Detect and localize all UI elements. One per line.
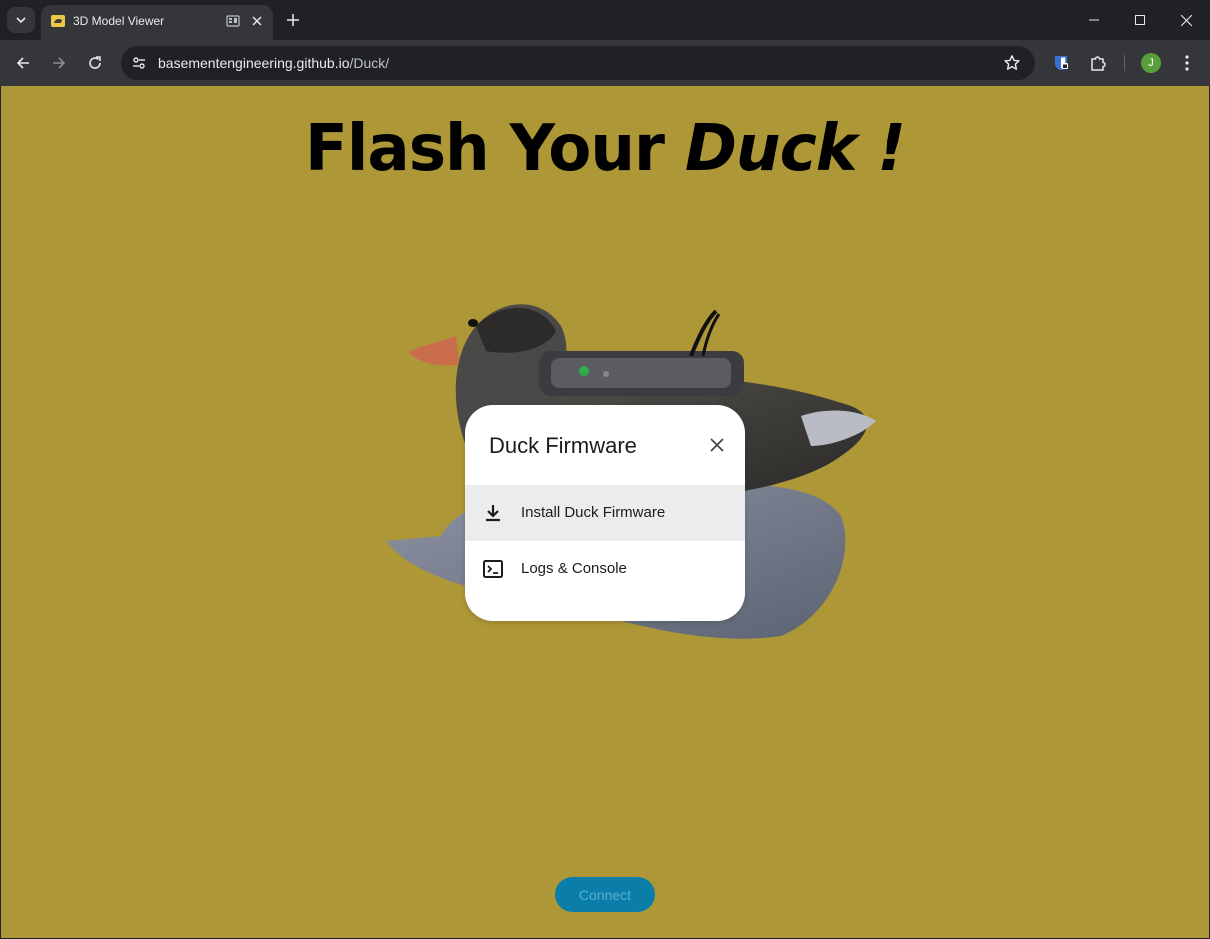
bookmark-star-icon[interactable] [1003,54,1021,72]
tab-title: 3D Model Viewer [73,14,165,28]
headline-plain: Flash Your [304,112,685,186]
maximize-icon [1135,15,1145,25]
close-window-button[interactable] [1163,0,1209,40]
minimize-icon [1089,19,1099,21]
url-text: basementengineering.github.io/Duck/ [158,55,389,71]
firmware-dialog: Duck Firmware Install Duck Firmware Logs… [465,405,745,621]
more-vert-icon [1185,55,1189,71]
plus-icon [287,14,299,26]
tab-media-icon[interactable] [226,14,240,28]
site-info-button[interactable] [127,51,151,75]
url-path: /Duck/ [349,55,390,71]
dialog-close-button[interactable] [705,433,729,457]
logs-console-item[interactable]: Logs & Console [465,541,745,597]
profile-avatar[interactable]: J [1141,53,1161,73]
back-button[interactable] [9,49,37,77]
reload-button[interactable] [81,49,109,77]
maximize-button[interactable] [1117,0,1163,40]
shield-lock-icon [1055,56,1068,71]
tab-close-button[interactable] [249,13,265,29]
close-icon [1180,14,1192,26]
new-tab-button[interactable] [282,9,304,31]
reload-icon [89,56,101,69]
tab-strip: 3D Model Viewer [0,0,1210,40]
browser-toolbar: basementengineering.github.io/Duck/ J [0,40,1210,86]
install-firmware-item[interactable]: Install Duck Firmware [465,485,745,541]
dialog-title: Duck Firmware [489,433,637,458]
page-content: Flash Your Duck ! Duck Firmware Install … [1,86,1209,938]
chevron-down-icon [16,17,26,24]
close-icon [710,438,724,452]
arrow-right-icon [53,57,66,69]
download-icon [486,505,500,522]
logs-console-label: Logs & Console [521,560,627,577]
address-bar[interactable]: basementengineering.github.io/Duck/ [121,46,1035,80]
arrow-left-icon [16,57,29,69]
page-title: Flash Your Duck ! [13,112,1197,186]
extensions-button[interactable] [1086,51,1110,75]
tab-search-button[interactable] [7,7,35,33]
url-host: basementengineering.github.io [158,55,350,71]
connect-button[interactable]: Connect [555,877,655,912]
tune-icon [133,57,145,69]
duck-favicon-icon [51,15,65,27]
puzzle-icon [1091,56,1106,71]
toolbar-separator [1124,55,1125,71]
forward-button[interactable] [45,49,73,77]
terminal-icon [483,560,503,578]
browser-menu-button[interactable] [1175,51,1199,75]
password-manager-extension[interactable] [1049,51,1073,75]
browser-tab[interactable]: 3D Model Viewer [41,5,273,40]
headline-italic: Duck ! [684,112,906,186]
minimize-button[interactable] [1071,0,1117,40]
install-firmware-label: Install Duck Firmware [521,504,666,521]
close-icon [252,16,262,26]
